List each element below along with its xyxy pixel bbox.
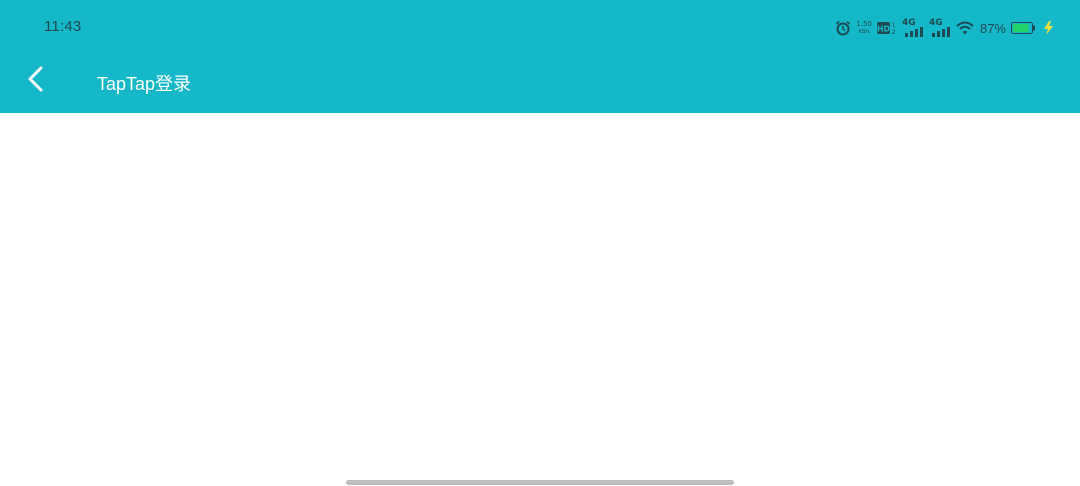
network-speed-value: 1.50 — [856, 20, 872, 28]
app-bar: TapTap登录 — [0, 54, 1080, 113]
content-area — [0, 113, 1080, 486]
back-button[interactable] — [14, 59, 58, 103]
page-title: TapTap登录 — [97, 74, 192, 94]
home-indicator[interactable] — [346, 480, 734, 485]
signal-4g-icon: 4G — [929, 18, 951, 38]
network-speed: 1.50 KB/s — [856, 20, 872, 36]
svg-text:1: 1 — [892, 22, 896, 29]
status-icons: 1.50 KB/s HD 1 2 4G 4G 87% — [835, 17, 1054, 39]
battery-percent: 87% — [979, 20, 1006, 36]
wifi-icon — [956, 21, 974, 35]
battery-icon — [1011, 21, 1037, 35]
svg-text:2: 2 — [892, 29, 896, 36]
hd-icon: HD 1 2 — [876, 20, 897, 36]
chevron-left-icon — [26, 66, 46, 97]
charging-icon — [1042, 21, 1054, 35]
battery-fill — [1013, 24, 1029, 32]
status-time: 11:43 — [44, 18, 82, 35]
network-speed-unit: KB/s — [858, 29, 870, 35]
signal-4g-icon: 4G — [902, 18, 924, 38]
hd-label: HD — [877, 25, 891, 34]
header: 11:43 1.50 KB/s HD 1 2 4G 4G 87% TapTap登… — [0, 0, 1080, 113]
status-bar: 11:43 1.50 KB/s HD 1 2 4G 4G 87% — [0, 0, 1080, 54]
alarm-icon — [835, 20, 851, 36]
